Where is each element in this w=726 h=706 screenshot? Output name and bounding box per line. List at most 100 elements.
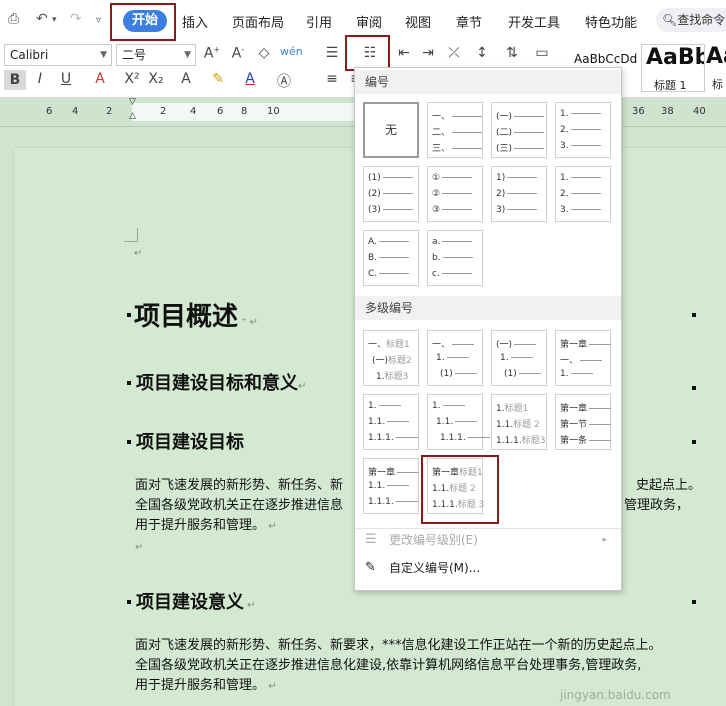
highlight-box-home-tab: [110, 3, 176, 41]
show-marks-icon[interactable]: ▭: [532, 45, 552, 61]
align-left-icon[interactable]: ≡: [322, 71, 342, 87]
numbering-option[interactable]: A. B. C.: [363, 230, 419, 286]
undo-dropdown-icon[interactable]: ▾: [52, 15, 57, 25]
rule-line: [379, 257, 410, 258]
italic-icon[interactable]: I: [30, 71, 50, 87]
numbering-label: 1): [496, 173, 506, 183]
rule-line: [442, 193, 473, 194]
tab-insert[interactable]: 插入: [182, 12, 208, 31]
indent-marker-icon[interactable]: △: [129, 111, 136, 121]
tab-special-features[interactable]: 特色功能: [585, 12, 637, 31]
multilevel-option[interactable]: (一) 1. (1): [491, 330, 547, 386]
numbering-label: A.: [368, 237, 377, 247]
style-heading-1[interactable]: AaBb 标题 1: [641, 44, 705, 92]
ruler-number: 2: [106, 106, 113, 117]
tab-references[interactable]: 引用: [306, 12, 332, 31]
sort-icon[interactable]: ⇅: [502, 45, 522, 61]
highlight-icon[interactable]: ✎: [208, 71, 228, 87]
redo-icon[interactable]: ↷: [70, 11, 82, 27]
multilevel-option[interactable]: 1. 1.1. 1.1.1.: [363, 394, 419, 450]
multilevel-option[interactable]: 1. 1.1. 1.1.1.: [427, 394, 490, 450]
numbering-line: (一): [496, 109, 545, 122]
style-normal-preview: AaBbCcDd: [574, 52, 638, 66]
preview-icon[interactable]: ⎙: [8, 11, 19, 27]
custom-numbering-item[interactable]: ✎ 自定义编号(M)...: [363, 556, 613, 580]
multilevel-number: (1): [440, 369, 453, 379]
numbering-option[interactable]: 一、 二、 三、: [427, 102, 483, 158]
subscript-icon[interactable]: X₂: [146, 71, 166, 87]
increase-indent-icon[interactable]: ⇥: [418, 45, 438, 61]
font-color-icon[interactable]: A: [240, 71, 260, 87]
numbering-option[interactable]: (一) (二) (三): [491, 102, 547, 158]
clear-format-icon[interactable]: ◇: [254, 45, 274, 61]
style-heading-2[interactable]: Aa 标: [706, 44, 726, 92]
rule-line: [442, 257, 473, 258]
multilevel-heading-label: 标题1: [386, 340, 410, 350]
numbering-line: C.: [368, 269, 410, 279]
numbering-label: a.: [432, 237, 441, 247]
tab-page-layout[interactable]: 页面布局: [232, 12, 284, 31]
tab-developer[interactable]: 开发工具: [508, 12, 560, 31]
multilevel-number: 1.: [376, 372, 385, 382]
command-search[interactable]: 🔍︎查找命令: [656, 8, 726, 32]
tab-view[interactable]: 视图: [405, 12, 431, 31]
rule-line: [454, 373, 477, 374]
multilevel-option[interactable]: 一、 1. (1): [427, 330, 483, 386]
rule-line: [441, 273, 472, 274]
tab-section[interactable]: 章节: [456, 12, 482, 31]
decrease-indent-icon[interactable]: ⇤: [394, 45, 414, 61]
font-effects-icon[interactable]: A: [90, 71, 110, 87]
change-level-label: 更改编号级别(E): [389, 533, 478, 547]
numbering-option[interactable]: ① ② ③: [427, 166, 483, 222]
multilevel-line: 1.: [560, 369, 593, 379]
bullets-icon[interactable]: ☰: [322, 45, 342, 61]
numbering-option[interactable]: 1. 2. 3.: [555, 166, 611, 222]
font-name-select[interactable]: Calibri ▼: [4, 44, 112, 66]
none-label: 无: [384, 123, 397, 137]
chinese-layout-icon[interactable]: ⤫: [444, 45, 464, 61]
indent-marker-icon[interactable]: ▽: [129, 97, 136, 107]
numbering-option[interactable]: (1) (2) (3): [363, 166, 419, 222]
numbering-line: 1.: [560, 173, 601, 183]
multilevel-line: 1.1.1.: [368, 433, 418, 443]
numbering-label: 一、: [432, 112, 451, 122]
multilevel-option[interactable]: 第一章 第一节 第一条: [555, 394, 612, 450]
numbering-line: 1.: [560, 109, 601, 119]
ruler-number: 38: [661, 106, 674, 117]
superscript-icon[interactable]: X²: [122, 71, 142, 87]
undo-icon[interactable]: ↶: [36, 11, 48, 27]
rule-line: [570, 145, 601, 146]
multilevel-option[interactable]: 1.标题1 1.1.标题 2 1.1.1.标题3: [491, 394, 547, 450]
paragraph-1-line: 用于提升服务和管理。 ↵: [135, 518, 277, 533]
numbering-option[interactable]: 1. 2. 3.: [555, 102, 611, 158]
bullet-dot: [692, 313, 696, 317]
font-size-select[interactable]: 二号 ▼: [116, 44, 196, 66]
change-level-item[interactable]: ☰ 更改编号级别(E) ▸: [363, 528, 613, 552]
numbering-option[interactable]: 1) 2) 3): [491, 166, 547, 222]
increase-font-icon[interactable]: A+: [202, 45, 222, 62]
text-effect-icon[interactable]: A: [176, 71, 196, 87]
numbering-label: (二): [496, 128, 513, 138]
phonetic-guide-icon[interactable]: wén: [280, 45, 303, 58]
numbering-line: 1): [496, 173, 538, 183]
multilevel-option[interactable]: 一、标题1 (一)标题2 1.标题3: [363, 330, 419, 386]
rule-line: [387, 485, 410, 486]
numbering-label: (三): [496, 144, 513, 154]
tab-review[interactable]: 审阅: [356, 12, 382, 31]
highlight-box-numbering: [345, 35, 390, 71]
underline-icon[interactable]: U: [56, 71, 76, 87]
bold-icon[interactable]: B: [4, 70, 26, 90]
multilevel-option[interactable]: 第一章 一、 1.: [555, 330, 612, 386]
decrease-font-icon[interactable]: A-: [228, 45, 248, 62]
paragraph-1-line: 全国各级党政机关正在逐步推进信息: [135, 498, 344, 513]
rule-line: [570, 193, 601, 194]
numbering-line: ③: [432, 205, 473, 215]
rule-line: [442, 209, 473, 210]
text-direction-icon[interactable]: ↕: [472, 45, 492, 61]
customize-icon[interactable]: ▿: [96, 15, 101, 26]
numbering-option[interactable]: a. b. c.: [427, 230, 483, 286]
multilevel-option[interactable]: 第一章 1.1. 1.1.1.: [363, 458, 420, 514]
numbering-option-none[interactable]: 无: [363, 102, 419, 158]
char-border-icon[interactable]: Ⓐ: [274, 71, 294, 91]
rule-line: [570, 373, 593, 374]
